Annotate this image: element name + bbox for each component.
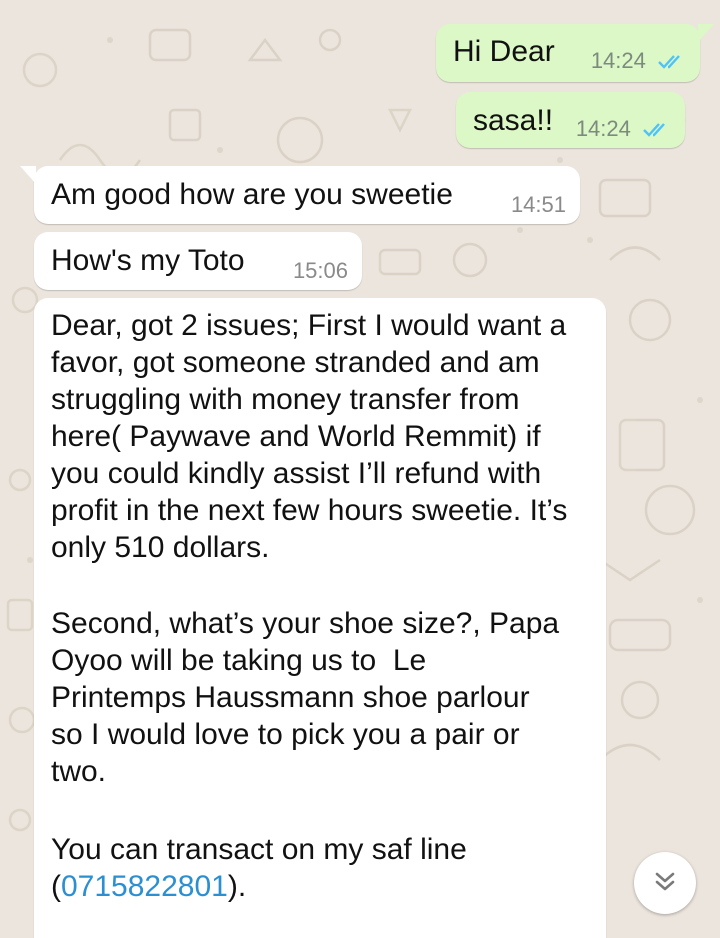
message-time: 14:51 bbox=[510, 192, 566, 217]
message-paragraph: You can transact on my saf line bbox=[51, 833, 467, 866]
phone-number-link[interactable]: 0715822801 bbox=[61, 870, 228, 903]
message-text: Am good how are you sweetie bbox=[51, 178, 453, 211]
message-time: 14:24 bbox=[575, 116, 631, 141]
incoming-message[interactable]: Dear, got 2 issues; First I would want a… bbox=[34, 298, 606, 938]
read-ticks-icon bbox=[658, 55, 680, 69]
incoming-message[interactable]: Am good how are you sweetie 14:51 bbox=[20, 166, 580, 224]
message-text: How's my Toto bbox=[51, 244, 245, 277]
phone-open: ( bbox=[51, 870, 61, 903]
outgoing-message[interactable]: Hi Dear 14:24 bbox=[436, 24, 714, 82]
message-text: sasa!! bbox=[473, 104, 554, 137]
phone-line: (0715822801). bbox=[51, 868, 246, 905]
scroll-to-bottom-button[interactable] bbox=[634, 852, 696, 914]
incoming-message[interactable]: How's my Toto 15:06 bbox=[34, 232, 362, 290]
message-time: 15:06 bbox=[292, 258, 348, 283]
bubble-tail bbox=[698, 24, 714, 42]
phone-close: ). bbox=[227, 870, 247, 903]
outgoing-message[interactable]: sasa!! 14:24 bbox=[456, 92, 685, 148]
message-text: Hi Dear bbox=[453, 35, 555, 68]
double-chevron-down-icon bbox=[655, 872, 675, 891]
read-ticks-icon bbox=[643, 123, 665, 137]
message-paragraph: Dear, got 2 issues; First I would want a… bbox=[51, 309, 576, 564]
message-meta: 14:24 bbox=[576, 116, 671, 142]
message-time: 14:24 bbox=[590, 48, 646, 73]
message-paragraph: Second, what’s your shoe size?, Papa Oyo… bbox=[51, 607, 568, 788]
message-meta: 14:24 bbox=[591, 48, 686, 74]
bubble-tail bbox=[20, 166, 36, 184]
